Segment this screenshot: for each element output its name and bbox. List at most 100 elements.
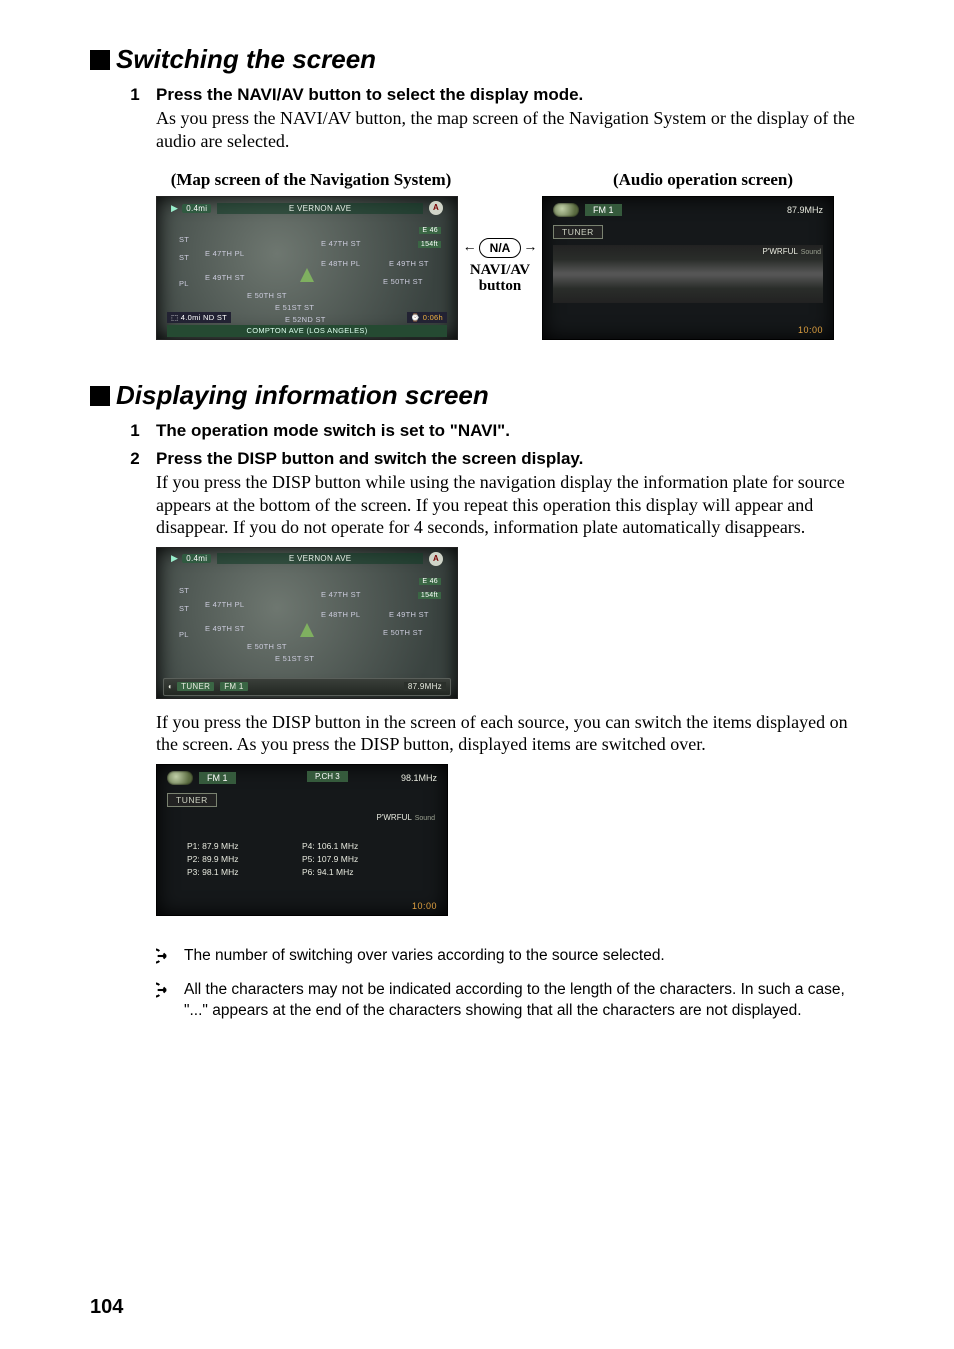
street-label: E 47TH PL (205, 600, 244, 609)
figure-row-images: ▶ 0.4mi E VERNON AVE A ST ST PL E 47TH P… (156, 196, 864, 340)
step-body: Press the DISP button and switch the scr… (156, 449, 864, 539)
note-row: The number of switching over varies acco… (156, 946, 864, 973)
orb-icon (553, 203, 579, 217)
street-label: E 47TH PL (205, 249, 244, 258)
audio-clock: 10:00 (412, 901, 437, 911)
paragraph: If you press the DISP button in the scre… (156, 711, 864, 756)
street-label: E 50TH ST (383, 628, 423, 637)
street-label: E 49TH ST (389, 610, 429, 619)
street-label: PL (179, 279, 189, 288)
orb-icon: ◐ (168, 682, 173, 691)
flag-icon: ▶ (171, 203, 178, 214)
step-number: 1 (114, 421, 156, 441)
street-label: ST (179, 586, 189, 595)
step-title: Press the DISP button and switch the scr… (156, 449, 864, 469)
gps-icon: A (429, 201, 443, 215)
note-row: All the characters may not be indicated … (156, 980, 864, 1022)
street-label: E 51ST ST (275, 303, 314, 312)
audio-powerful: P'WRFUL Sound (763, 247, 822, 256)
figure-nav-info: ▶ 0.4mi E VERNON AVE A ST ST PL E 47TH P… (156, 547, 864, 699)
audio-clock: 10:00 (798, 325, 823, 335)
square-bullet-icon (90, 386, 110, 406)
street-label: E 47TH ST (321, 590, 361, 599)
naviav-pill: N/A (479, 238, 522, 258)
street-label: ST (179, 235, 189, 244)
audio-tuner: TUNER (553, 225, 603, 239)
arrow-left-icon: ← (463, 240, 477, 256)
street-label: E 50TH ST (247, 291, 287, 300)
step-number: 2 (114, 449, 156, 539)
street-label: ST (179, 253, 189, 262)
street-label: ST (179, 604, 189, 613)
nav-title: E VERNON AVE (217, 203, 423, 214)
street-label: E 51ST ST (275, 654, 314, 663)
step-number: 1 (114, 85, 156, 152)
step-body: Press the NAVI/AV button to select the d… (156, 85, 864, 152)
nav-title: E VERNON AVE (217, 553, 423, 564)
step-body: The operation mode switch is set to "NAV… (156, 421, 864, 441)
step-text: If you press the DISP button while using… (156, 471, 864, 539)
caption-left: (Map screen of the Navigation System) (156, 170, 466, 190)
nav-distance: ⬚ 4.0mi ND ST (167, 312, 231, 323)
street-label: E 48TH PL (321, 259, 360, 268)
note-text: All the characters may not be indicated … (184, 980, 864, 1022)
naviav-label: NAVI/AV button (470, 263, 530, 295)
section2-title: Displaying information screen (116, 380, 489, 411)
naviav-arrows: ← N/A → (463, 238, 538, 258)
step-title: The operation mode switch is set to "NAV… (156, 421, 864, 441)
position-arrow-icon (300, 623, 314, 637)
audio-band: FM 1 (199, 772, 236, 784)
street-label: E 49TH ST (389, 259, 429, 268)
nav-screenshot-infobar: ▶ 0.4mi E VERNON AVE A ST ST PL E 47TH P… (156, 547, 458, 699)
step-row: 2 Press the DISP button and switch the s… (114, 449, 864, 539)
nav-scale: 0.4mi (182, 204, 211, 213)
street-label: E 49TH ST (205, 624, 245, 633)
street-label: E 48TH PL (321, 610, 360, 619)
step-row: 1 Press the NAVI/AV button to select the… (114, 85, 864, 152)
preset-item: P3: 98.1 MHz (187, 867, 302, 877)
nav-info-bar: ◐ TUNER FM 1 87.9MHz (163, 678, 451, 696)
info-band: FM 1 (220, 682, 247, 691)
dist-chip: 154ft (418, 592, 441, 599)
nav-scale: 0.4mi (182, 554, 211, 563)
audio-powerful: P'WRFUL Sound (377, 813, 436, 822)
section2-heading: Displaying information screen (90, 380, 864, 411)
naviav-column: ← N/A → NAVI/AV button (458, 196, 542, 295)
audio-tuner: TUNER (167, 793, 217, 807)
orb-icon (167, 771, 193, 785)
nav-screenshot: ▶ 0.4mi E VERNON AVE A ST ST PL E 47TH P… (156, 196, 458, 340)
nav-bottom-bar: COMPTON AVE (LOS ANGELES) (167, 325, 447, 337)
audio-band: FM 1 (585, 204, 622, 216)
preset-item: P6: 94.1 MHz (302, 867, 417, 877)
caption-right: (Audio operation screen) (558, 170, 848, 190)
section1-title: Switching the screen (116, 44, 376, 75)
note-text: The number of switching over varies acco… (184, 946, 864, 973)
audio-freq: 98.1MHz (401, 773, 437, 783)
page-number: 104 (90, 1296, 123, 1319)
step-row: 1 The operation mode switch is set to "N… (114, 421, 864, 441)
street-label: E 47TH ST (321, 239, 361, 248)
flag-icon: ▶ (171, 553, 178, 564)
street-label: E 49TH ST (205, 273, 245, 282)
audio-screenshot-presets: FM 1 98.1MHz P.CH 3 TUNER P'WRFUL Sound … (156, 764, 448, 916)
street-label: E 50TH ST (247, 642, 287, 651)
arrow-right-icon: → (523, 240, 537, 256)
step-text: As you press the NAVI/AV button, the map… (156, 107, 864, 152)
info-freq: 87.9MHz (404, 682, 446, 691)
street-label: PL (179, 630, 189, 639)
audio-presets: P1: 87.9 MHzP4: 106.1 MHz P2: 89.9 MHzP5… (187, 841, 417, 877)
audio-screenshot: FM 1 87.9MHz TUNER P'WRFUL Sound 10:00 (542, 196, 834, 340)
page: Switching the screen 1 Press the NAVI/AV… (0, 0, 954, 1349)
position-arrow-icon (300, 268, 314, 282)
figure-audio-presets: FM 1 98.1MHz P.CH 3 TUNER P'WRFUL Sound … (156, 764, 864, 916)
section1-heading: Switching the screen (90, 44, 864, 75)
dist-chip: 154ft (418, 241, 441, 248)
note-icon (156, 980, 184, 1022)
audio-freq: 87.9MHz (787, 205, 823, 215)
street-label: E 50TH ST (383, 277, 423, 286)
note-icon (156, 946, 184, 973)
audio-pch: P.CH 3 (307, 771, 348, 782)
captions-row: (Map screen of the Navigation System) (A… (156, 170, 864, 190)
preset-item: P1: 87.9 MHz (187, 841, 302, 851)
info-tuner: TUNER (177, 682, 214, 691)
